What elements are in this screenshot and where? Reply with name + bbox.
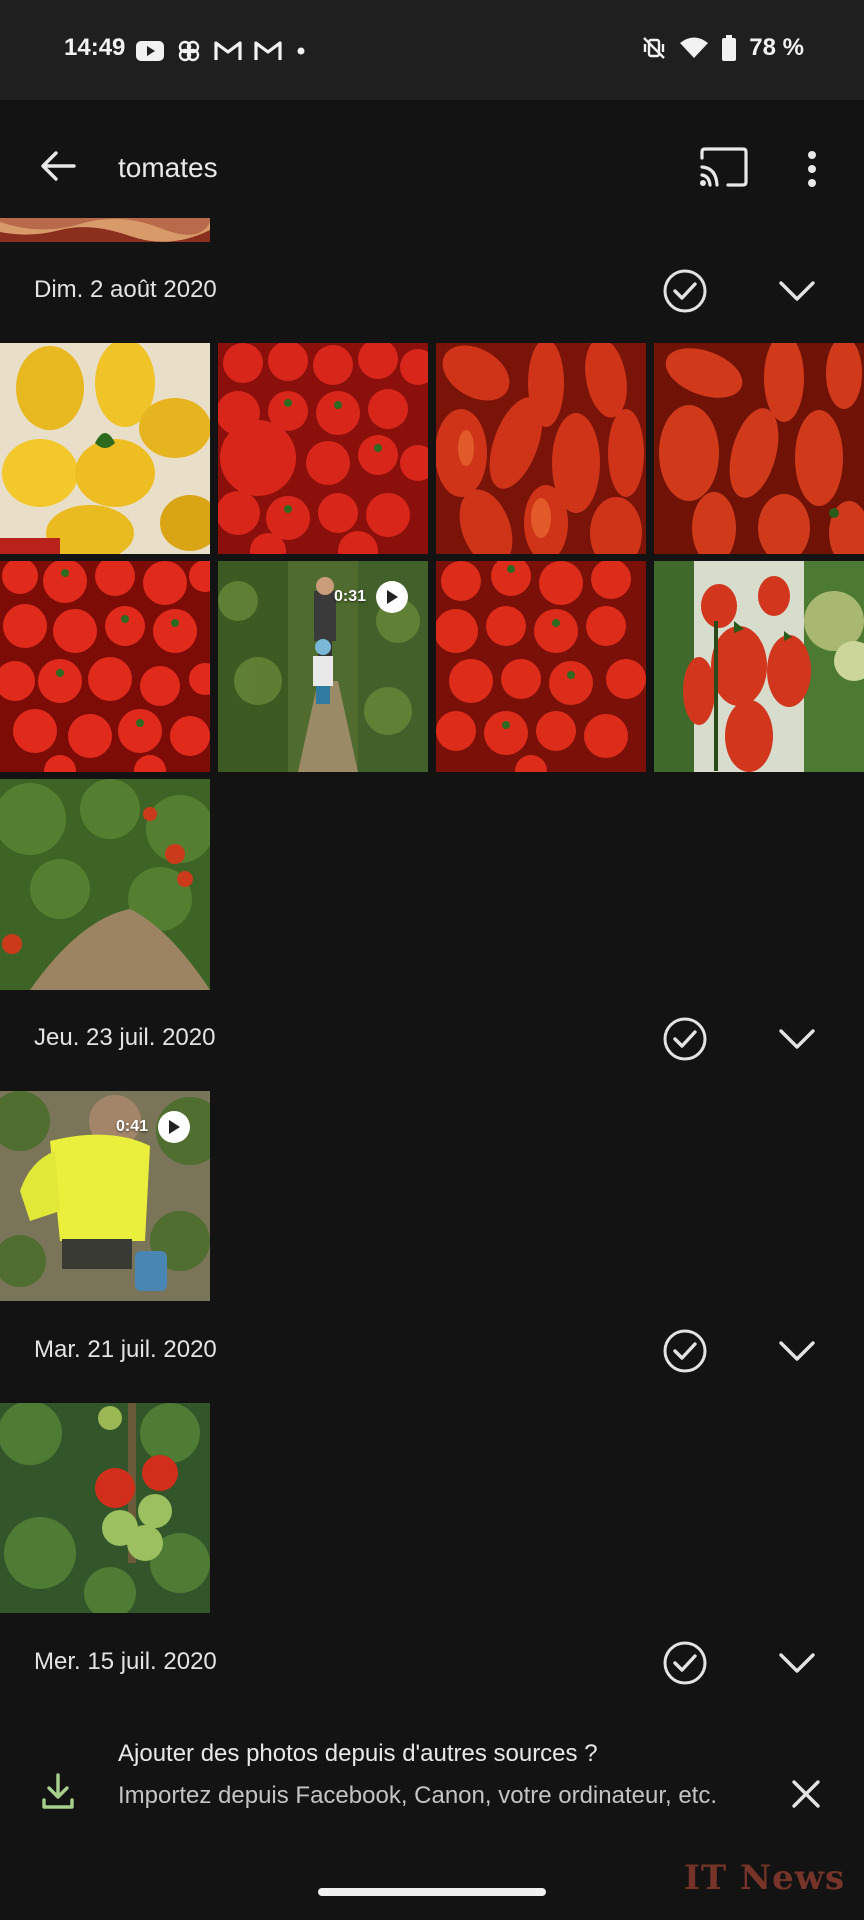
photo-thumbnail[interactable] [0, 561, 210, 772]
battery-percent: 78 % [749, 34, 804, 61]
chevron-down-icon[interactable] [776, 1022, 818, 1056]
mute-vibrate-icon [643, 37, 666, 59]
cast-icon[interactable] [698, 146, 750, 188]
section-date: Mer. 15 juil. 2020 [34, 1648, 217, 1675]
date-section-header: Mar. 21 juil. 2020 [0, 1302, 864, 1402]
close-icon[interactable] [786, 1774, 826, 1814]
check-circle-icon[interactable] [662, 1640, 708, 1686]
system-icons: 78 % [641, 34, 804, 62]
photo-thumbnail-partial[interactable] [0, 218, 210, 242]
date-section-header: Mer. 15 juil. 2020 [0, 1614, 864, 1714]
import-banner[interactable]: Ajouter des photos depuis d'autres sourc… [0, 1718, 864, 1868]
app-bar: tomates [0, 100, 864, 218]
video-duration-badge: 0:41 [116, 1111, 190, 1143]
youtube-icon [136, 41, 164, 61]
photo-thumbnail[interactable] [218, 343, 428, 554]
search-query[interactable]: tomates [118, 152, 218, 184]
chevron-down-icon[interactable] [776, 1334, 818, 1368]
video-thumbnail[interactable]: 0:41 [0, 1091, 210, 1301]
banner-title: Ajouter des photos depuis d'autres sourc… [118, 1740, 598, 1767]
arrow-back-icon[interactable] [36, 144, 80, 188]
photo-thumbnail[interactable] [436, 561, 646, 772]
photo-thumbnail[interactable] [0, 343, 210, 554]
video-duration: 0:31 [333, 588, 366, 605]
pinwheel-icon [178, 40, 200, 62]
photo-thumbnail[interactable] [654, 561, 864, 772]
status-time: 14:49 [64, 34, 126, 61]
notification-icons [136, 38, 308, 64]
wifi-icon [680, 37, 709, 58]
photo-thumbnail[interactable] [654, 343, 864, 554]
photo-thumbnail[interactable] [436, 343, 646, 554]
check-circle-icon[interactable] [662, 1016, 708, 1062]
section-date: Jeu. 23 juil. 2020 [34, 1024, 216, 1051]
check-circle-icon[interactable] [662, 1328, 708, 1374]
banner-text: Importez depuis Facebook, Canon, votre o… [118, 1782, 718, 1809]
photo-thumbnail[interactable] [0, 1403, 210, 1613]
date-section-header: Dim. 2 août 2020 [0, 242, 864, 342]
play-icon [376, 581, 408, 613]
video-duration-badge: 0:31 [334, 581, 408, 613]
watermark-logo: IT News [684, 1858, 846, 1898]
dot-icon [297, 47, 305, 55]
section-date: Dim. 2 août 2020 [34, 276, 217, 303]
home-indicator[interactable] [318, 1888, 546, 1896]
check-circle-icon[interactable] [662, 268, 708, 314]
battery-icon [722, 35, 737, 61]
chevron-down-icon[interactable] [776, 1646, 818, 1680]
download-icon [42, 1773, 74, 1809]
date-section-header: Jeu. 23 juil. 2020 [0, 990, 864, 1090]
section-date: Mar. 21 juil. 2020 [34, 1336, 217, 1363]
chevron-down-icon[interactable] [776, 274, 818, 308]
video-thumbnail[interactable]: 0:31 [218, 561, 428, 772]
status-bar: 14:49 78 % [0, 0, 864, 100]
gmail-icon [214, 41, 242, 60]
play-icon [158, 1111, 190, 1143]
video-duration: 0:41 [115, 1118, 148, 1135]
more-vert-icon[interactable] [796, 148, 828, 190]
photo-thumbnail[interactable] [0, 779, 210, 990]
gmail-icon [254, 41, 282, 60]
